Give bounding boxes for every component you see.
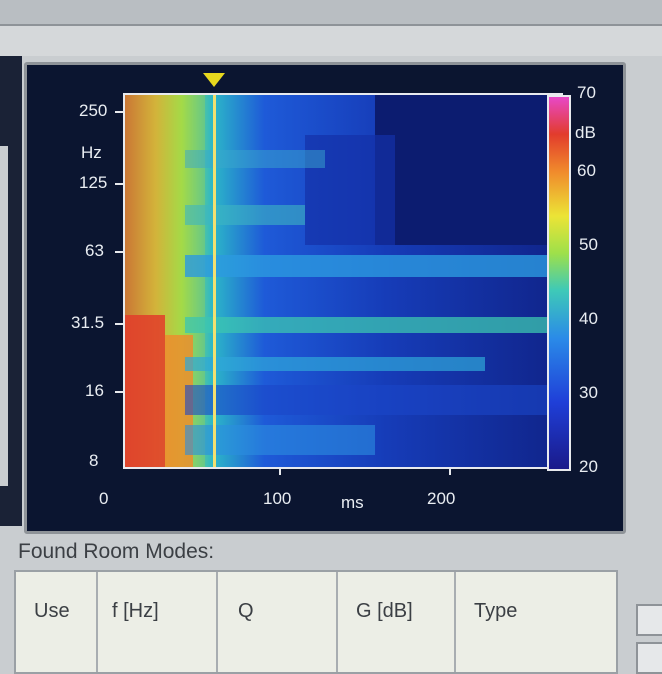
side-button[interactable] <box>636 642 662 674</box>
y-tick-label: 125 <box>79 173 108 192</box>
side-button[interactable] <box>636 604 662 636</box>
left-panel-inner <box>0 146 8 486</box>
waterfall-plot-panel[interactable]: 250 Hz 125 63 31.5 16 8 0 100 ms 200 70 … <box>24 62 626 534</box>
colorbar-tick-label: 70 <box>577 83 596 102</box>
colorbar-tick-label: 20 <box>579 457 598 476</box>
column-header-frequency[interactable]: f [Hz] <box>112 600 159 623</box>
y-tick <box>115 111 123 113</box>
y-tick <box>115 391 123 393</box>
left-panel-edge <box>0 56 22 526</box>
y-tick-label: 63 <box>85 241 104 260</box>
x-tick <box>449 467 451 475</box>
colorbar-tick-label: 60 <box>577 161 596 180</box>
x-tick-label: 100 <box>263 489 292 508</box>
y-tick-label: 16 <box>85 381 104 400</box>
colorbar <box>547 95 571 471</box>
column-divider <box>336 572 338 672</box>
y-tick <box>115 323 123 325</box>
column-header-type[interactable]: Type <box>474 600 517 623</box>
y-axis-unit: Hz <box>81 143 102 162</box>
y-tick-label: 250 <box>79 101 108 120</box>
window-frame-bar <box>0 26 662 56</box>
colorbar-unit: dB <box>575 123 596 142</box>
window-top-strip <box>0 0 662 26</box>
x-tick <box>279 467 281 475</box>
x-tick-label: 200 <box>427 489 456 508</box>
column-divider <box>454 572 456 672</box>
column-header-use[interactable]: Use <box>34 600 70 623</box>
time-cursor-marker[interactable] <box>203 73 225 87</box>
x-tick-label: 0 <box>99 489 109 508</box>
x-axis-unit: ms <box>341 493 364 512</box>
y-tick <box>115 183 123 185</box>
colorbar-tick-label: 40 <box>579 309 598 328</box>
column-header-q[interactable]: Q <box>238 600 254 623</box>
colorbar-tick-label: 50 <box>579 235 598 254</box>
spectrogram-heatmap[interactable] <box>123 93 563 469</box>
y-tick-label: 8 <box>89 451 99 470</box>
spectrogram-image <box>125 95 561 467</box>
room-modes-title: Found Room Modes: <box>18 540 215 563</box>
colorbar-tick-label: 30 <box>579 383 598 402</box>
column-divider <box>216 572 218 672</box>
y-tick-label: 31.5 <box>71 313 105 332</box>
y-tick <box>115 251 123 253</box>
column-header-gain[interactable]: G [dB] <box>356 600 413 623</box>
column-divider <box>96 572 98 672</box>
room-modes-table[interactable]: Use f [Hz] Q G [dB] Type <box>14 570 618 674</box>
